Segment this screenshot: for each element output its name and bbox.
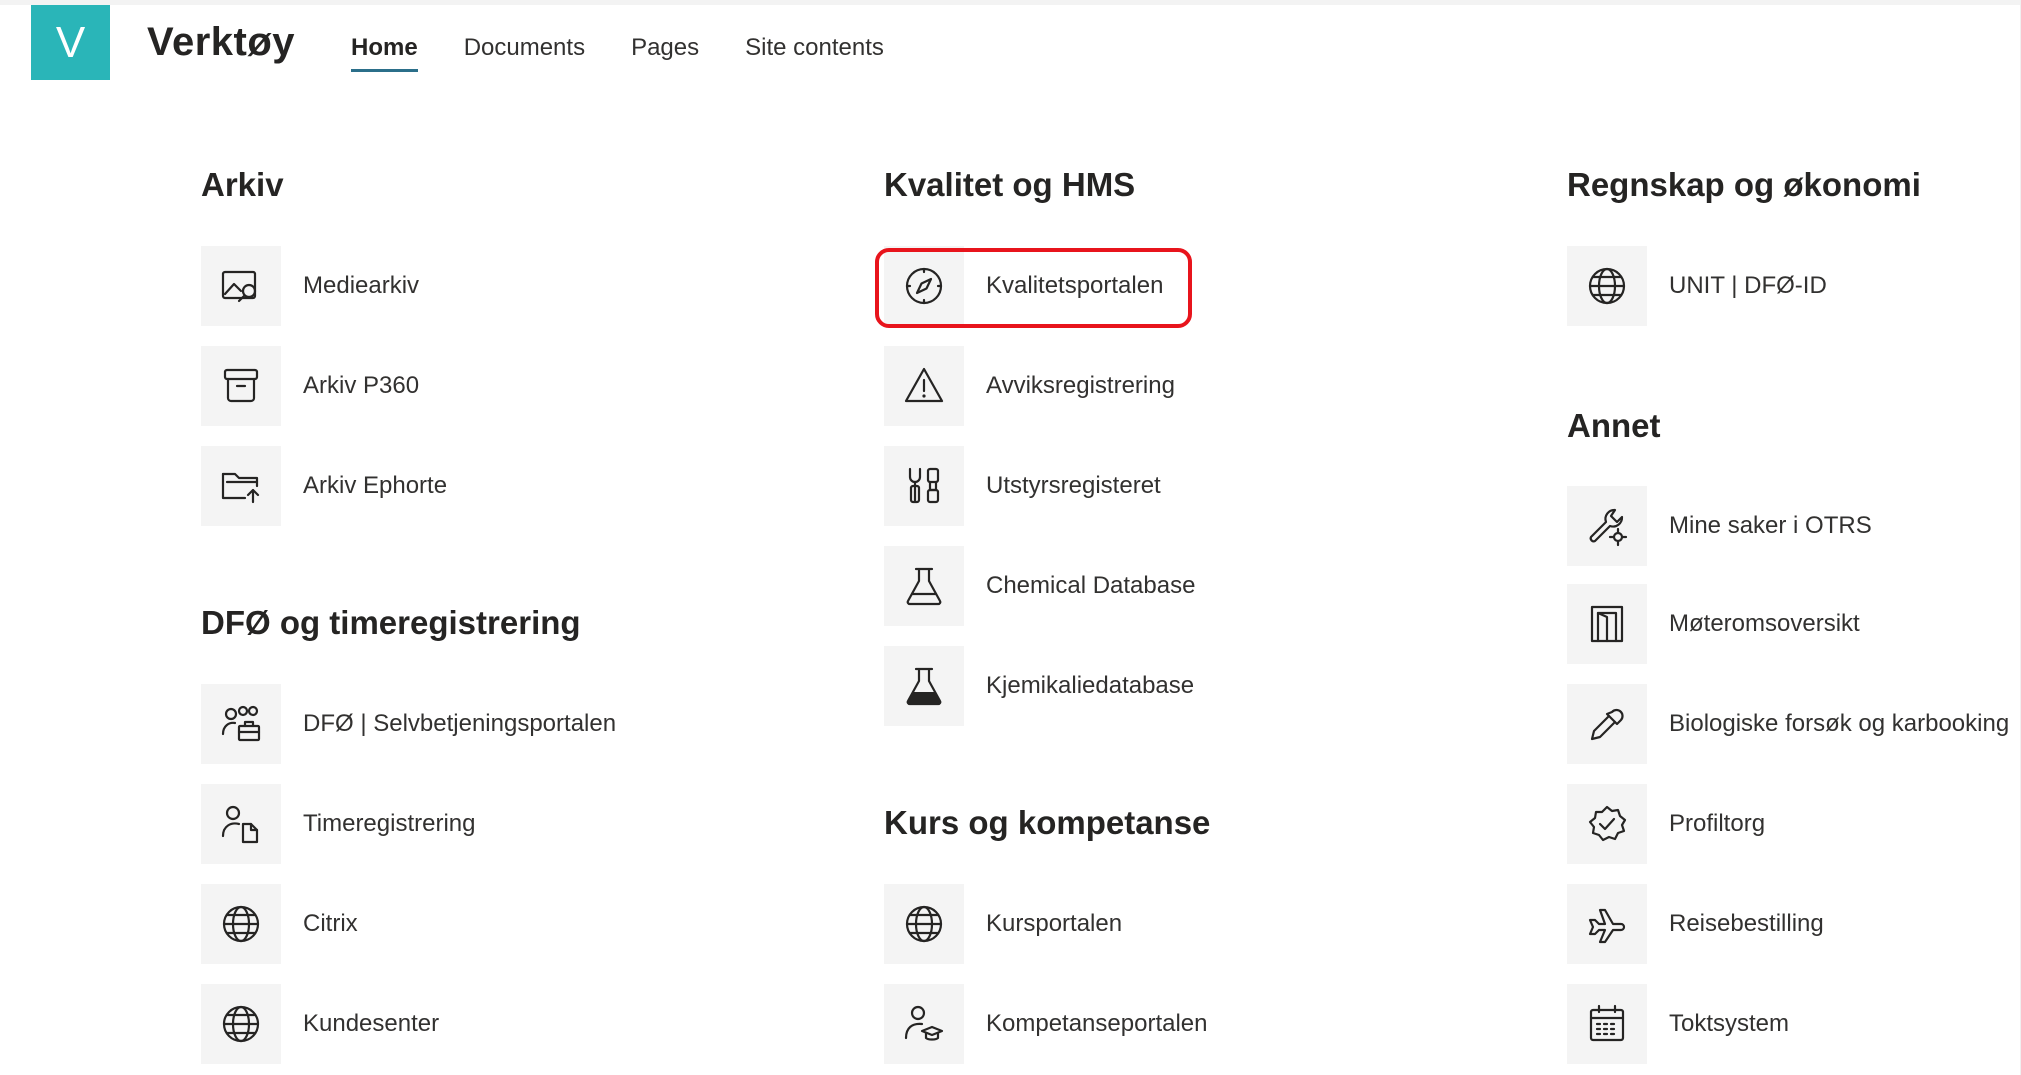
- wrench-settings-icon: [1567, 486, 1647, 566]
- link-label: Chemical Database: [986, 572, 1196, 599]
- link-label: Citrix: [303, 910, 358, 937]
- link-label: Arkiv Ephorte: [303, 472, 448, 499]
- link-label: Møteromsoversikt: [1669, 610, 1860, 637]
- link-kvalitetsportalen[interactable]: Kvalitetsportalen: [884, 246, 1163, 326]
- link-label: Kundesenter: [303, 1010, 440, 1037]
- link-arkiv-ephorte[interactable]: Arkiv Ephorte: [201, 446, 447, 526]
- link-mine-saker-otrs[interactable]: Mine saker i OTRS: [1567, 486, 1872, 566]
- people-toolbox-icon: [201, 684, 281, 764]
- archive-box-icon: [201, 346, 281, 426]
- badge-check-icon: [1567, 784, 1647, 864]
- site-title[interactable]: Verktøy: [147, 20, 295, 65]
- heading-dfo: DFØ og timeregistrering: [201, 604, 581, 641]
- link-unit-dfo-id[interactable]: UNIT | DFØ-ID: [1567, 246, 1827, 326]
- link-label: Utstyrsregisteret: [986, 472, 1161, 499]
- link-label: Kvalitetsportalen: [986, 272, 1164, 299]
- heading-annet: Annet: [1567, 407, 1661, 444]
- nav-home[interactable]: Home: [351, 34, 418, 72]
- globe-icon: [1567, 246, 1647, 326]
- link-label: UNIT | DFØ-ID: [1669, 272, 1827, 299]
- link-label: Kjemikaliedatabase: [986, 672, 1195, 699]
- link-label: Avviksregistrering: [986, 372, 1175, 399]
- airplane-icon: [1567, 884, 1647, 964]
- link-biologiske-forsok[interactable]: Biologiske forsøk og karbooking: [1567, 684, 2009, 764]
- link-kjemikaliedatabase[interactable]: Kjemikaliedatabase: [884, 646, 1194, 726]
- compass-icon: [884, 246, 964, 326]
- page: V Verktøy Home Documents Pages Site cont…: [0, 0, 2021, 1075]
- eyedropper-icon: [1567, 684, 1647, 764]
- link-arkiv-p360[interactable]: Arkiv P360: [201, 346, 419, 426]
- folder-upload-icon: [201, 446, 281, 526]
- link-kundesenter[interactable]: Kundesenter: [201, 984, 439, 1064]
- heading-kurs-kompetanse: Kurs og kompetanse: [884, 804, 1211, 841]
- heading-regnskap: Regnskap og økonomi: [1567, 166, 1921, 203]
- nav-site-contents[interactable]: Site contents: [745, 34, 884, 72]
- top-edge: [0, 0, 2021, 5]
- link-timeregistrering[interactable]: Timeregistrering: [201, 784, 476, 864]
- link-label: Arkiv P360: [303, 372, 420, 399]
- warning-icon: [884, 346, 964, 426]
- nav-documents[interactable]: Documents: [464, 34, 585, 72]
- link-label: Biologiske forsøk og karbooking: [1669, 710, 2010, 737]
- link-label: Mediearkiv: [303, 272, 420, 299]
- link-citrix[interactable]: Citrix: [201, 884, 358, 964]
- link-profiltorg[interactable]: Profiltorg: [1567, 784, 1765, 864]
- link-label: Mine saker i OTRS: [1669, 512, 1872, 539]
- person-document-icon: [201, 784, 281, 864]
- link-avviksregistrering[interactable]: Avviksregistrering: [884, 346, 1175, 426]
- globe-icon: [201, 884, 281, 964]
- link-chemical-database[interactable]: Chemical Database: [884, 546, 1195, 626]
- top-nav: Home Documents Pages Site contents: [351, 34, 930, 72]
- link-moteromsoversikt[interactable]: Møteromsoversikt: [1567, 584, 1860, 664]
- link-reisebestilling[interactable]: Reisebestilling: [1567, 884, 1824, 964]
- person-graduation-icon: [884, 984, 964, 1064]
- tools-icon: [884, 446, 964, 526]
- link-label: DFØ | Selvbetjeningsportalen: [303, 710, 617, 737]
- link-label: Kursportalen: [986, 910, 1123, 937]
- link-label: Profiltorg: [1669, 810, 1766, 837]
- nav-pages[interactable]: Pages: [631, 34, 699, 72]
- site-logo[interactable]: V: [31, 5, 110, 80]
- link-dfo-selvbetjening[interactable]: DFØ | Selvbetjeningsportalen: [201, 684, 616, 764]
- link-kompetanseportalen[interactable]: Kompetanseportalen: [884, 984, 1207, 1064]
- calendar-icon: [1567, 984, 1647, 1064]
- heading-arkiv: Arkiv: [201, 166, 284, 203]
- door-icon: [1567, 584, 1647, 664]
- flask-filled-icon: [884, 646, 964, 726]
- link-label: Reisebestilling: [1669, 910, 1824, 937]
- link-kursportalen[interactable]: Kursportalen: [884, 884, 1122, 964]
- globe-icon: [201, 984, 281, 1064]
- link-label: Toktsystem: [1669, 1010, 1790, 1037]
- link-label: Kompetanseportalen: [986, 1010, 1208, 1037]
- heading-kvalitet-hms: Kvalitet og HMS: [884, 166, 1136, 203]
- link-mediearkiv[interactable]: Mediearkiv: [201, 246, 419, 326]
- photo-search-icon: [201, 246, 281, 326]
- link-utstyrsregisteret[interactable]: Utstyrsregisteret: [884, 446, 1161, 526]
- globe-icon: [884, 884, 964, 964]
- flask-outline-icon: [884, 546, 964, 626]
- link-label: Timeregistrering: [303, 810, 476, 837]
- link-toktsystem[interactable]: Toktsystem: [1567, 984, 1789, 1064]
